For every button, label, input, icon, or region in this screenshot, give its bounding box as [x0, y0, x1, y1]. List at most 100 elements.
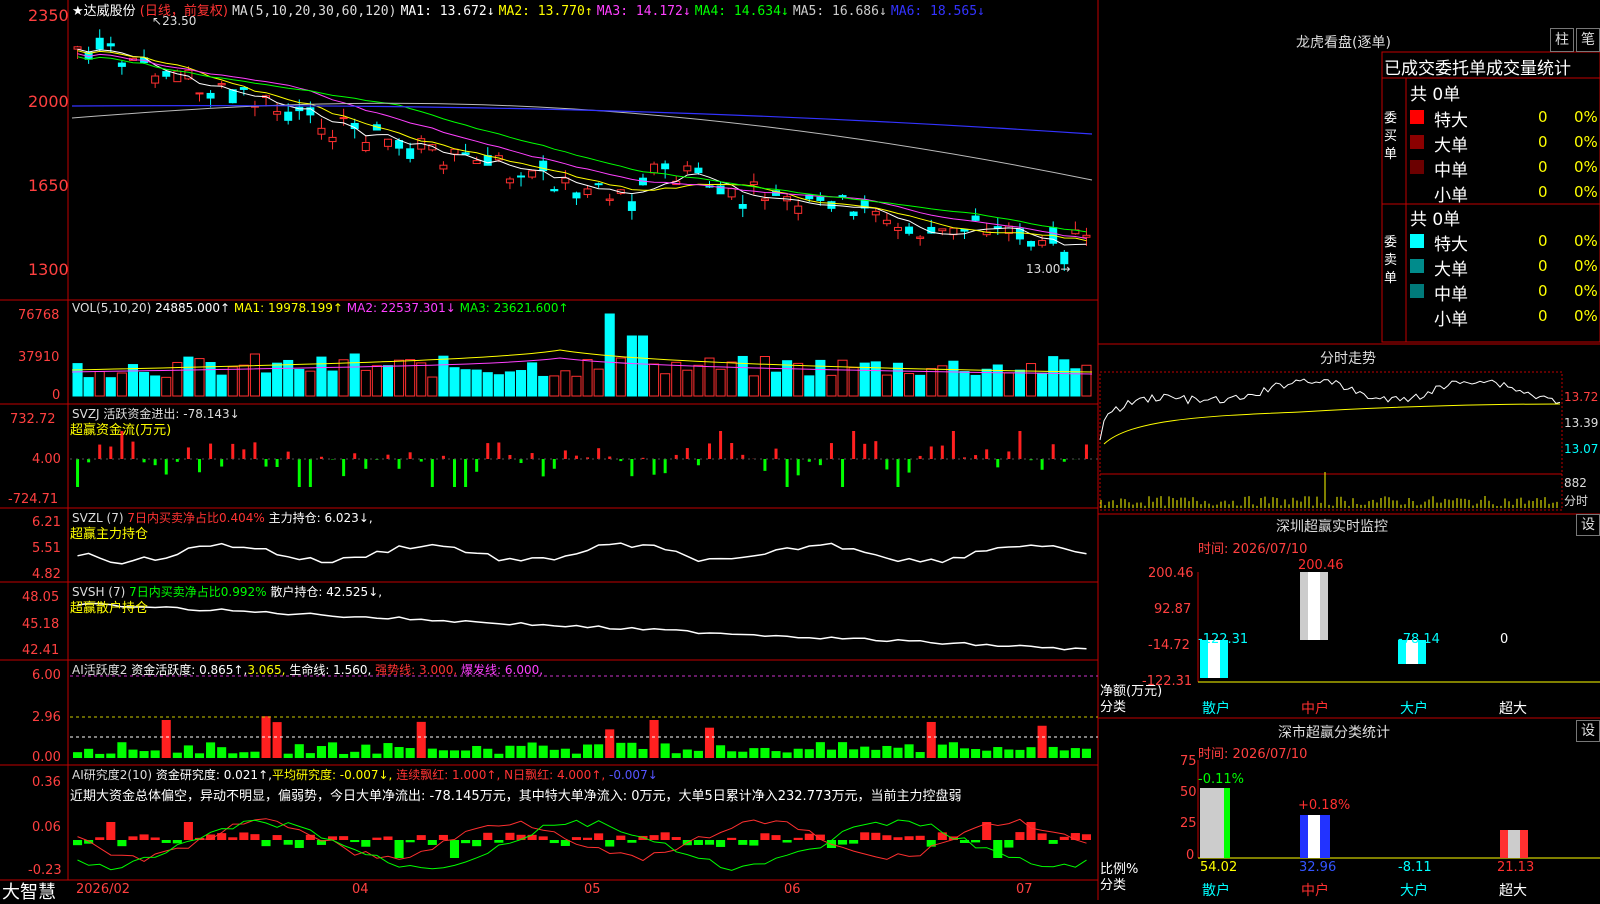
market-chart-canvas[interactable]	[0, 0, 1600, 900]
activity-bar	[217, 747, 227, 758]
cls-settings-button[interactable]: 设	[1576, 720, 1600, 742]
price-tick-4: 1300	[28, 260, 69, 279]
volume-bar	[371, 365, 382, 397]
activity-bar	[150, 750, 160, 758]
volume-bar	[682, 369, 693, 397]
cls-tick-3: 25	[1180, 816, 1197, 831]
research-bar	[106, 822, 116, 840]
activity-bar	[117, 742, 127, 758]
candle-body	[738, 203, 747, 209]
cls-stats-title: 深市超赢分类统计	[1278, 725, 1390, 741]
research-bar	[760, 833, 770, 840]
sz-time: 时间: 2026/07/10	[1198, 542, 1308, 557]
research-bar	[605, 840, 615, 847]
activity-bar	[560, 748, 570, 758]
research-bar	[272, 835, 282, 840]
activity-bar	[860, 746, 870, 758]
activity-bar	[84, 748, 94, 758]
volume-bar	[294, 368, 305, 397]
research-bar	[538, 836, 548, 840]
volume-bar	[671, 361, 682, 397]
activity-bar	[804, 749, 814, 758]
research-bar	[128, 836, 138, 840]
research-bar	[183, 822, 193, 840]
cls-value: 32.96	[1299, 860, 1337, 875]
cls-change: -0.11%	[1198, 772, 1244, 787]
order-count: 0	[1538, 108, 1548, 126]
order-type-label: 特大	[1434, 235, 1468, 255]
cls-time: 时间: 2026/07/10	[1198, 747, 1308, 762]
research-bar	[228, 837, 238, 840]
research-bar	[483, 832, 493, 840]
sz-category: 中户	[1301, 701, 1329, 717]
activity-bar	[416, 721, 426, 758]
research-bar	[405, 840, 415, 843]
volume-bar	[338, 359, 349, 397]
trend-vol-label: 分时	[1564, 494, 1589, 508]
research-bar	[749, 840, 759, 846]
volume-bar	[150, 375, 161, 397]
legend-swatch	[1410, 259, 1424, 273]
activity-bar	[527, 742, 537, 758]
candle-body	[916, 236, 925, 239]
volume-bar	[83, 377, 94, 397]
activity-bar	[372, 753, 382, 758]
volume-bar	[471, 369, 482, 397]
sz-settings-button[interactable]: 设	[1576, 514, 1600, 536]
research-bar	[571, 837, 581, 840]
ai2-tick-3: -0.23	[28, 863, 62, 878]
volume-bar	[405, 359, 416, 397]
candle-body	[605, 198, 614, 201]
volume-bar	[515, 370, 527, 397]
volume-bar	[460, 369, 471, 397]
volume-bar	[438, 355, 449, 397]
svzl-tick-3: 4.82	[32, 567, 61, 582]
volume-bar	[992, 364, 1003, 397]
volume-bar	[815, 359, 826, 397]
research-bar	[95, 837, 105, 840]
activity-bar	[305, 753, 315, 758]
candle-body	[284, 111, 293, 121]
bar-view-button[interactable]: 柱	[1550, 28, 1574, 52]
activity-bar	[716, 745, 726, 758]
activity-bar	[771, 751, 781, 758]
activity-bar	[1048, 746, 1058, 758]
activity-bar	[183, 745, 193, 758]
app-logo[interactable]: 大智慧	[2, 878, 56, 904]
tick-view-button[interactable]: 笔	[1576, 28, 1600, 52]
volume-bar	[615, 357, 626, 397]
cls-tick-2: 50	[1180, 785, 1197, 800]
volume-bar	[305, 370, 316, 397]
candle-body	[206, 92, 215, 99]
candle-body	[849, 211, 858, 217]
ai2-summary: 近期大资金总体偏空，异动不明显，偏弱势，今日大单净流出: -78.145万元，其…	[70, 789, 962, 804]
activity-bar	[904, 744, 914, 758]
candle-body	[273, 111, 282, 115]
stock-name[interactable]: ★达威股份	[72, 4, 136, 19]
activity-bar	[549, 749, 559, 758]
research-bar	[494, 840, 504, 843]
activity-bar	[494, 753, 504, 758]
svzj-tick-1: 732.72	[10, 412, 56, 427]
sz-tick-2: 92.87	[1154, 602, 1192, 617]
research-bar	[693, 840, 703, 845]
activity-bar	[594, 744, 604, 758]
activity-bar	[449, 750, 460, 758]
price-header: ★达威股份 (日线，前复权) MA(5,10,20,30,60,120) MA1…	[72, 0, 985, 19]
candle-body	[106, 43, 115, 47]
activity-bar	[971, 748, 981, 758]
volume-bar	[793, 362, 804, 397]
activity-bar	[316, 746, 326, 758]
order-type-label: 中单	[1434, 161, 1468, 181]
activity-bar	[671, 753, 681, 758]
research-bar	[416, 835, 426, 840]
activity-bar	[461, 750, 471, 758]
candle-body	[694, 167, 703, 174]
research-bar	[583, 837, 593, 840]
candle-body	[882, 219, 891, 225]
research-bar	[1070, 833, 1080, 840]
sell-orders-label: 委卖单	[1384, 235, 1398, 286]
volume-bar	[327, 370, 338, 397]
research-bar	[1059, 836, 1069, 840]
ma1-value: MA1: 13.672↓	[400, 4, 495, 19]
